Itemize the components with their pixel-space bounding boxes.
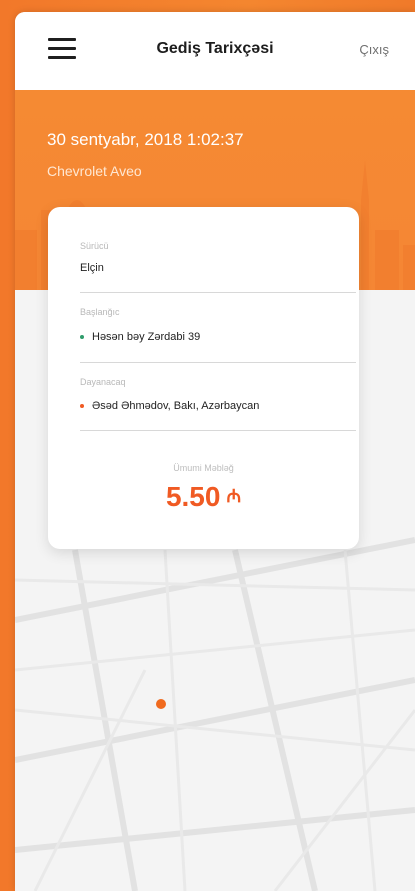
divider — [80, 362, 356, 363]
hamburger-menu-icon[interactable] — [48, 38, 76, 60]
trip-car-model: Chevrolet Aveo — [47, 163, 142, 179]
stop-address: Əsəd Əhmədov, Bakı, Azərbaycan — [80, 400, 259, 412]
location-pin-icon[interactable] — [156, 699, 166, 709]
end-point-dot-icon — [80, 404, 84, 409]
total-amount-label: Ümumi Məbləğ — [173, 463, 234, 473]
logout-button[interactable]: Çıxış — [359, 42, 389, 57]
start-address-text: Həsən bəy Zərdabi 39 — [92, 331, 201, 343]
stop-address-text: Əsəd Əhmədov, Bakı, Azərbaycan — [92, 400, 260, 412]
page-title: Gediş Tarixçəsi — [156, 40, 274, 57]
app-screen: Gediş Tarixçəsi Çıxış 30 sentyabr, 2018 … — [15, 12, 415, 891]
total-amount: 5.50 ₼ — [48, 481, 359, 513]
start-label: Başlanğıc — [80, 307, 120, 317]
start-point-dot-icon — [80, 335, 84, 340]
manat-currency-icon: ₼ — [226, 486, 242, 506]
trip-details-card: Sürücü Elçin Başlanğıc Həsən bəy Zərdabi… — [48, 207, 359, 549]
divider — [80, 430, 356, 431]
trip-datetime: 30 sentyabr, 2018 1:02:37 — [47, 130, 244, 149]
driver-label: Sürücü — [80, 241, 109, 251]
start-address: Həsən bəy Zərdabi 39 — [80, 331, 200, 343]
total-amount-value: 5.50 — [165, 481, 221, 512]
driver-name: Elçin — [80, 262, 104, 274]
divider — [80, 292, 356, 293]
stop-label: Dayanacaq — [80, 377, 126, 387]
top-navbar: Gediş Tarixçəsi Çıxış — [15, 12, 415, 90]
